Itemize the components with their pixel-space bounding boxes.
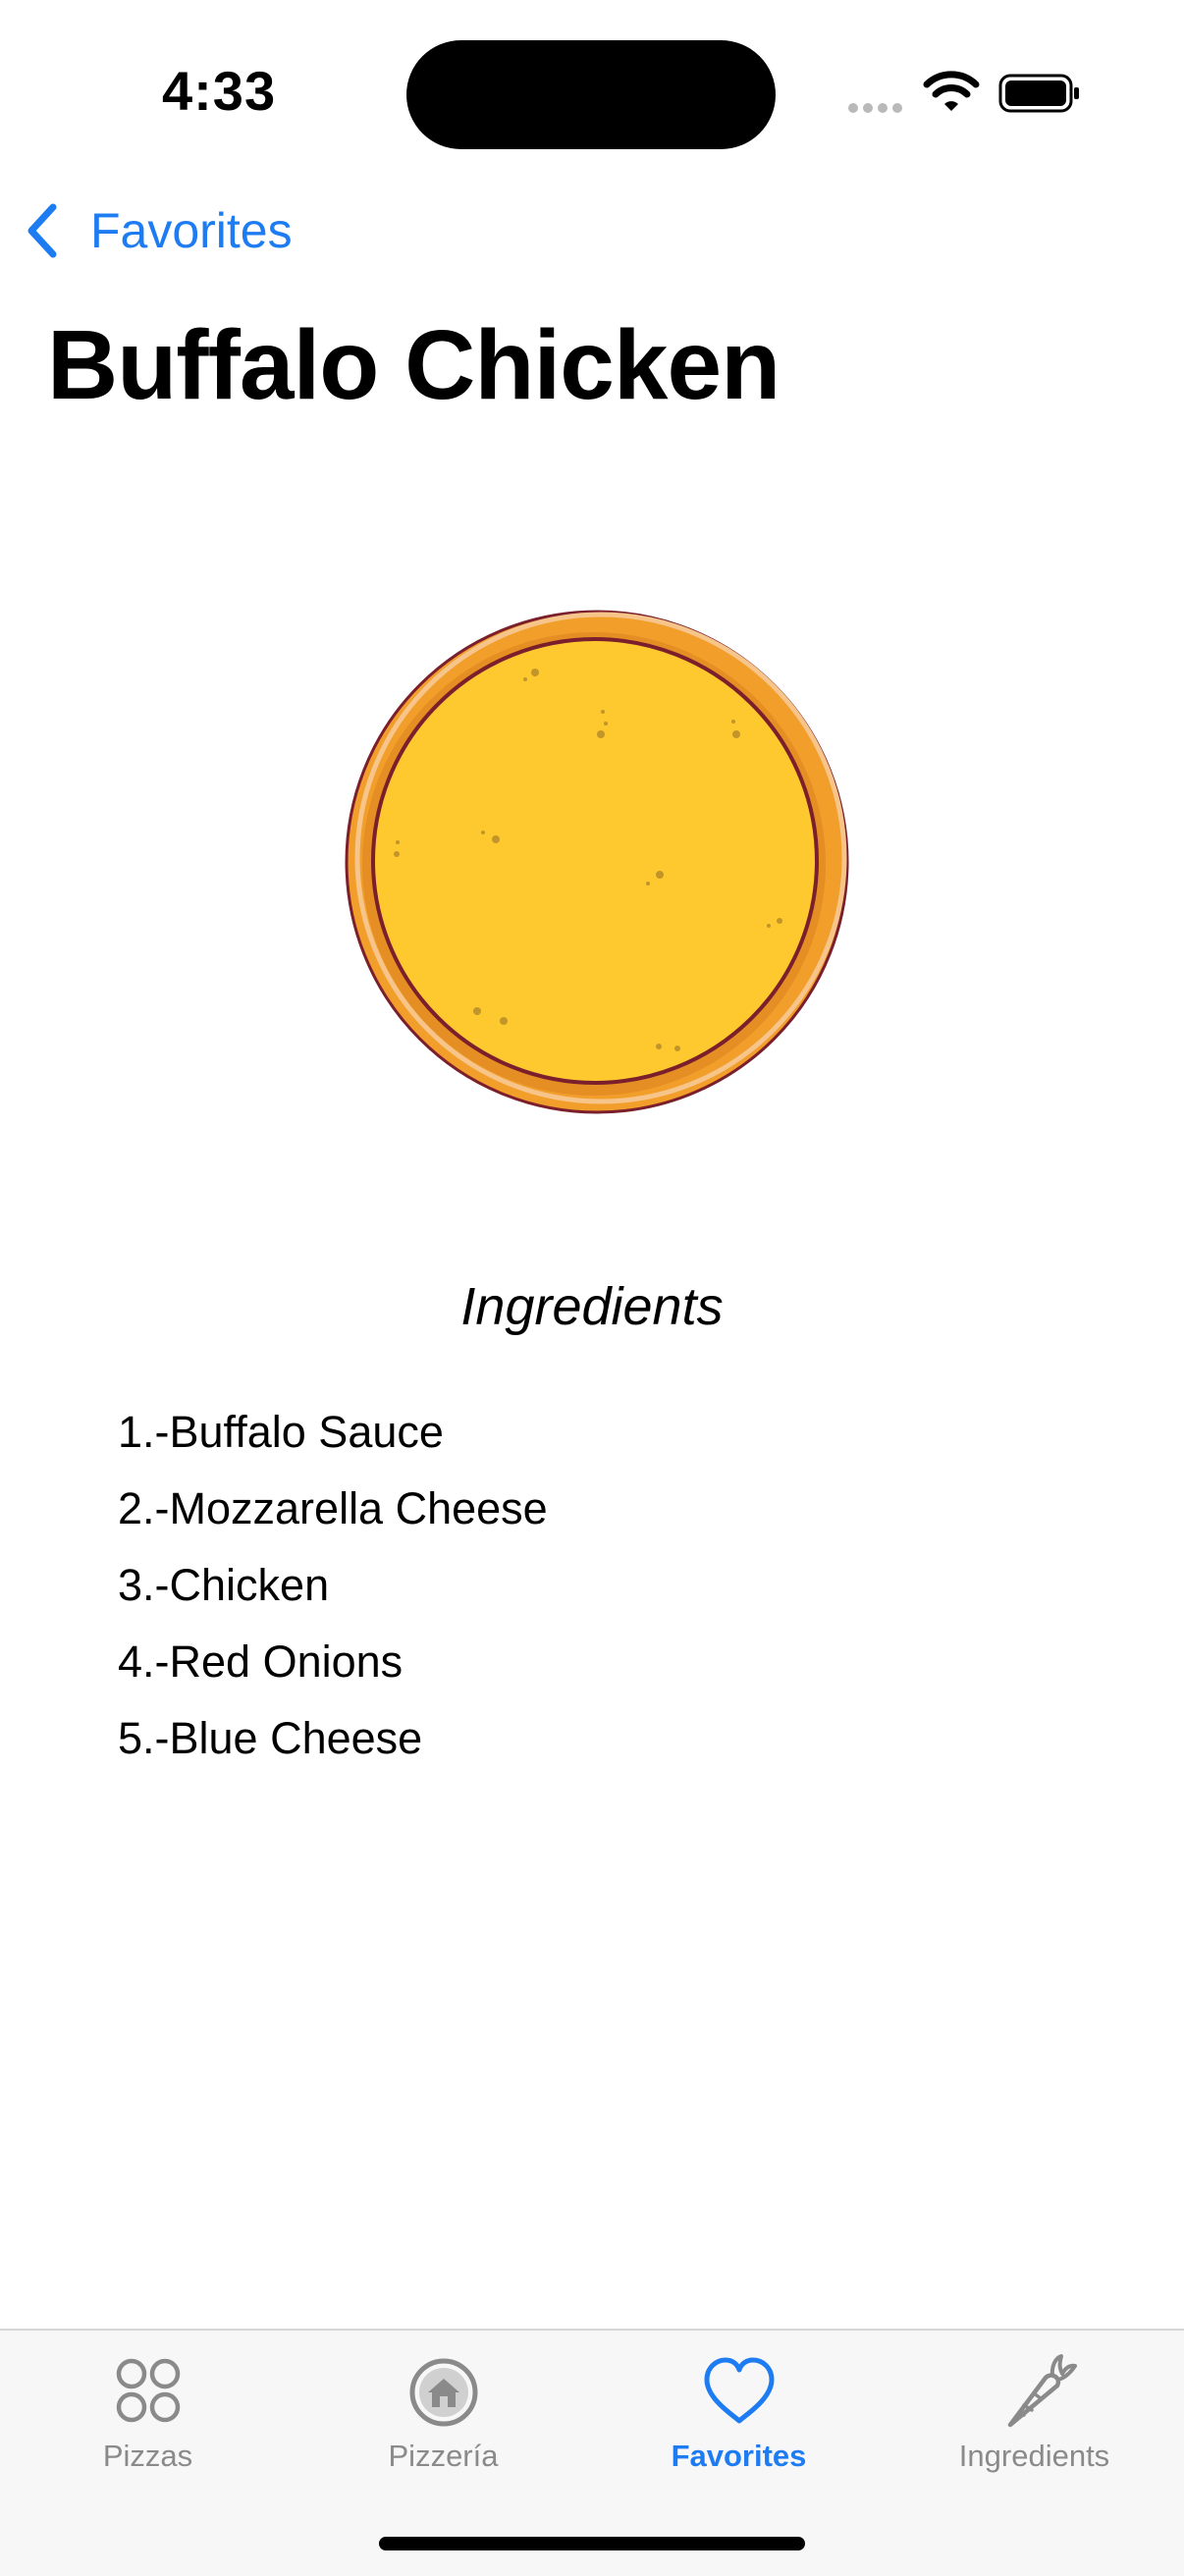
ingredients-title: Ingredients (460, 1277, 724, 1336)
back-button[interactable]: Favorites (22, 196, 293, 265)
tab-label: Pizzas (102, 2439, 193, 2473)
back-button-label: Favorites (90, 203, 293, 258)
heart-icon (704, 2357, 774, 2424)
status-time: 4:33 (162, 60, 277, 122)
pizza-image (345, 610, 849, 1114)
battery-icon (998, 74, 1079, 113)
tab-label: Pizzería (388, 2439, 499, 2473)
carrot-icon (1007, 2354, 1077, 2428)
tab-favorites[interactable]: Favorites (591, 2331, 887, 2507)
wifi-icon (923, 71, 980, 111)
ingredient-item: 3.-Chicken (118, 1560, 330, 1610)
status-bar: 4:33 (0, 0, 1184, 187)
tab-label: Ingredients (958, 2439, 1110, 2473)
grid-circles-icon (116, 2358, 180, 2423)
home-circle-icon (409, 2358, 477, 2427)
page-title: Buffalo Chicken (47, 310, 780, 420)
tab-ingredients[interactable]: Ingredients (887, 2331, 1182, 2507)
tab-label: Favorites (671, 2439, 807, 2473)
home-indicator[interactable] (379, 2537, 805, 2550)
ingredient-list: 1.-Buffalo Sauce 2.-Mozzarella Cheese 3.… (118, 1394, 548, 1777)
ingredient-item: 5.-Blue Cheese (118, 1713, 423, 1763)
ingredient-item: 4.-Red Onions (118, 1637, 404, 1687)
ingredient-item: 2.-Mozzarella Cheese (118, 1483, 548, 1533)
tab-pizzeria[interactable]: Pizzería (296, 2331, 591, 2507)
ingredient-item: 1.-Buffalo Sauce (118, 1407, 444, 1457)
tab-pizzas[interactable]: Pizzas (0, 2331, 296, 2507)
cellular-signal-icon (848, 100, 907, 118)
dynamic-island (406, 40, 776, 149)
chevron-left-icon (27, 203, 57, 258)
